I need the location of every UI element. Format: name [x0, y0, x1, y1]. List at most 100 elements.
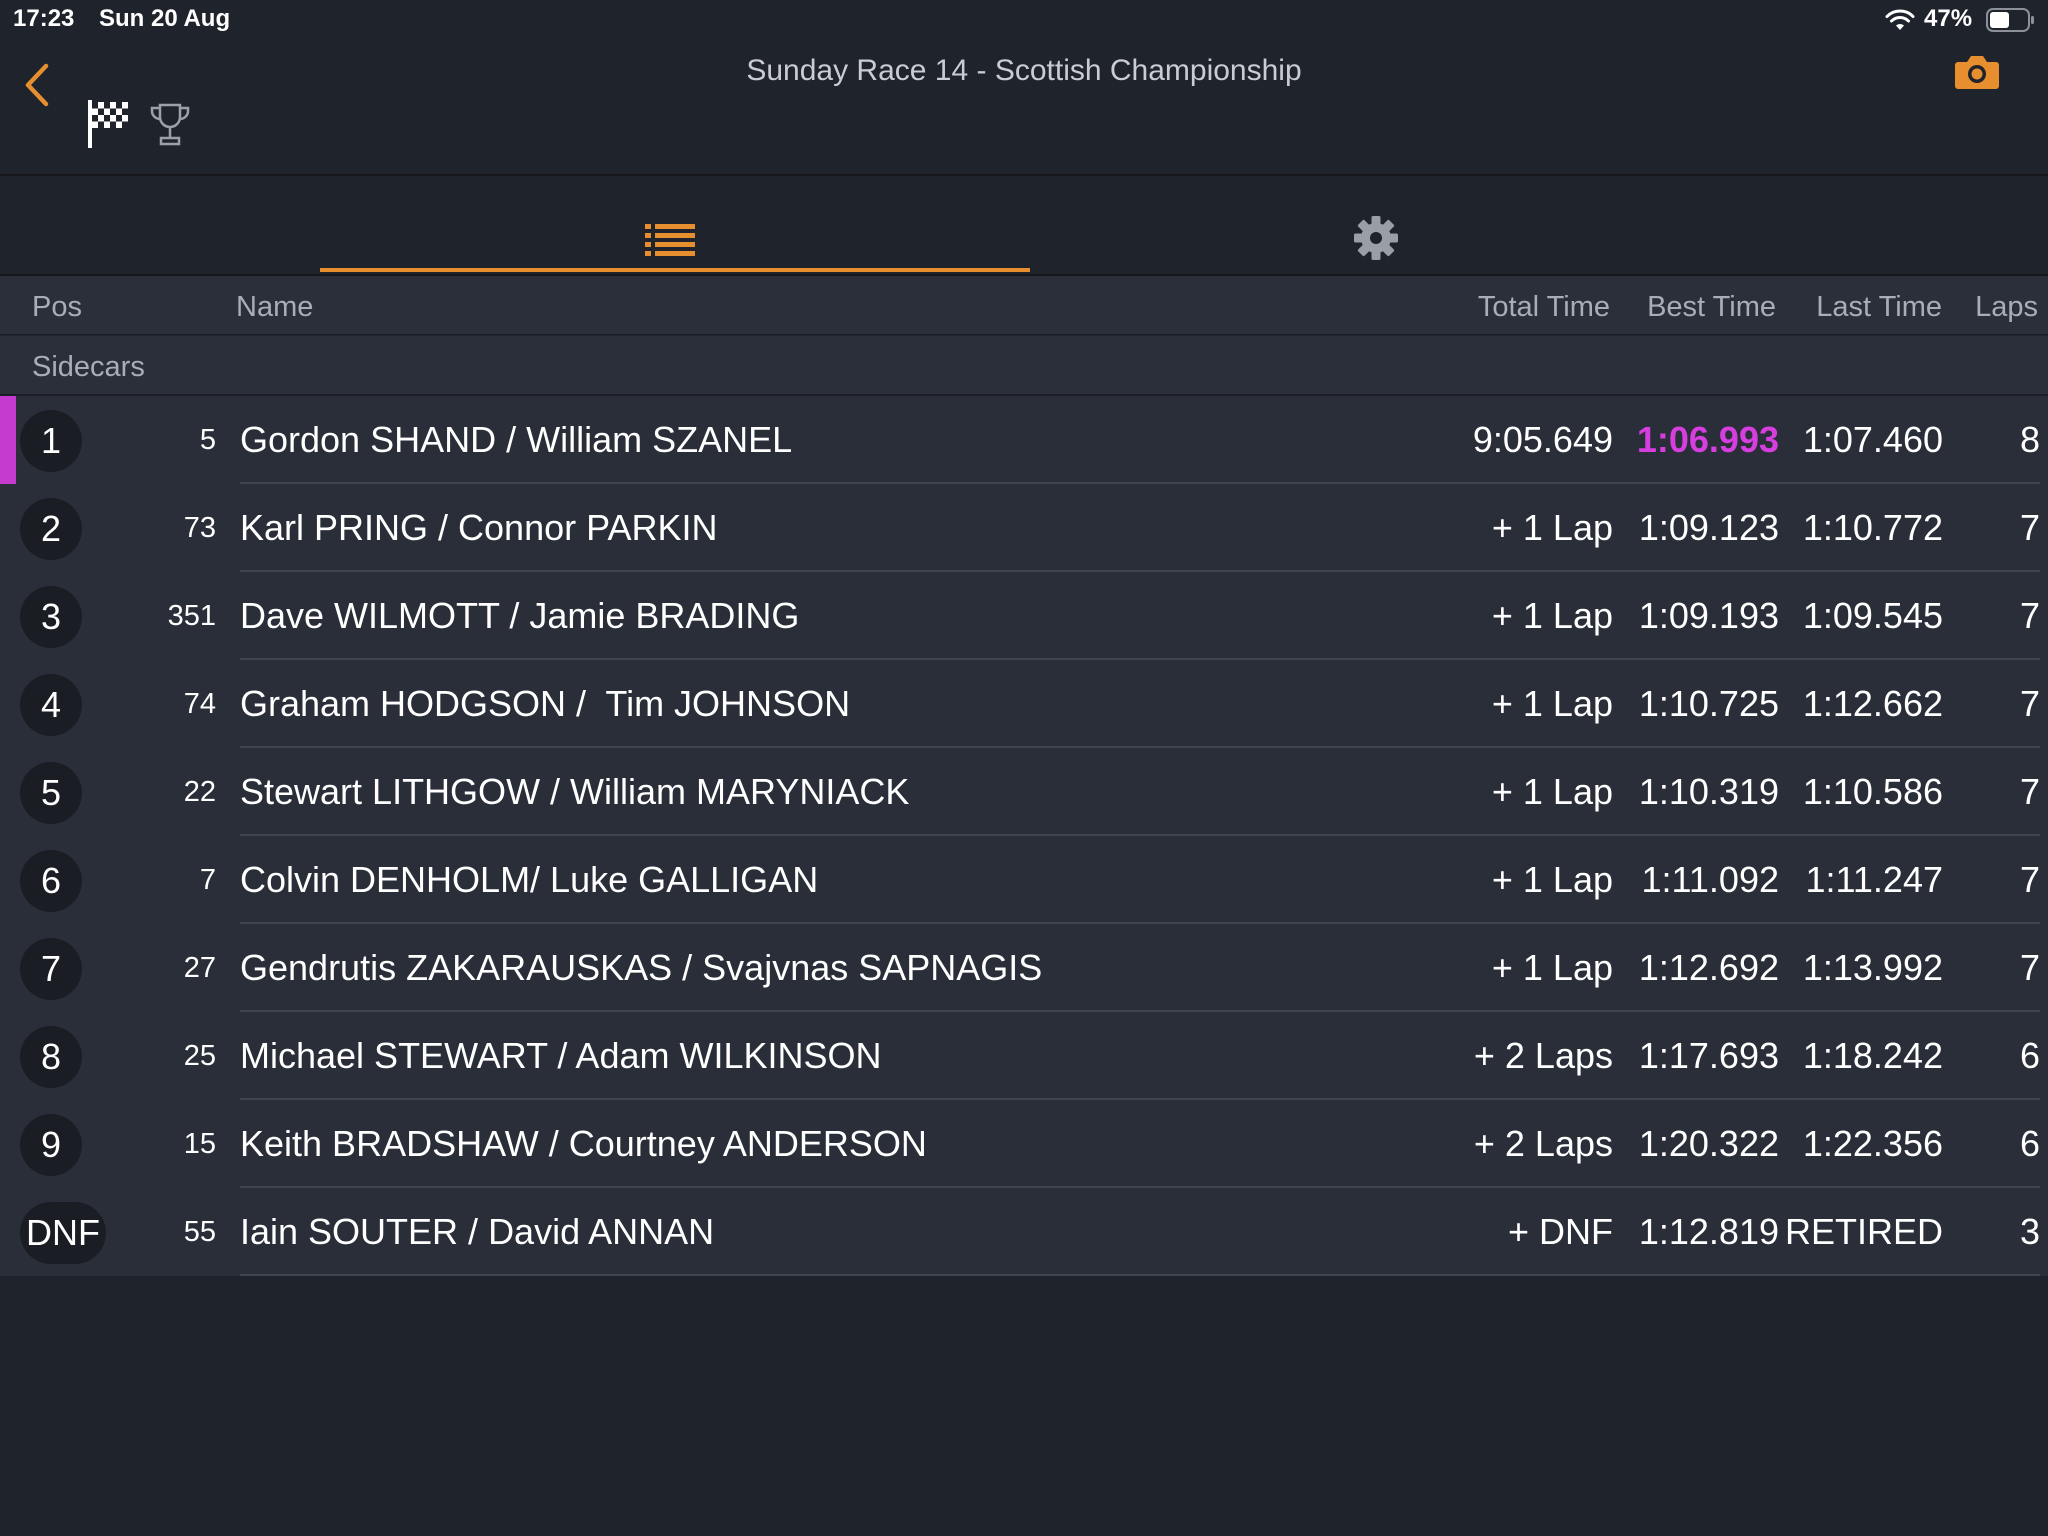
last-time: 1:10.772 — [1802, 507, 1943, 548]
race-number: 27 — [183, 952, 216, 984]
status-bar: 17:23 Sun 20 Aug 47% — [0, 0, 2048, 40]
best-time: 1:12.819 — [1638, 1211, 1779, 1252]
driver-names: Graham HODGSON / Tim JOHNSON — [240, 683, 851, 724]
results-list: 1 5 Gordon SHAND / William SZANEL 9:05.6… — [0, 396, 2048, 1276]
result-row[interactable]: DNF 55 Iain SOUTER / David ANNAN + DNF 1… — [0, 1188, 2048, 1276]
result-row[interactable]: 3 351 Dave WILMOTT / Jamie BRADING + 1 L… — [0, 572, 2048, 660]
total-time: + 1 Lap — [1491, 947, 1613, 988]
checkered-flag-icon[interactable] — [86, 98, 132, 150]
race-number: 74 — [183, 688, 216, 720]
position-text: DNF — [26, 1212, 100, 1253]
result-row[interactable]: 5 22 Stewart LITHGOW / William MARYNIACK… — [0, 748, 2048, 836]
trophy-icon[interactable] — [148, 102, 192, 148]
position-badge: 6 — [20, 850, 82, 912]
best-time: 1:09.193 — [1638, 595, 1779, 636]
driver-names: Dave WILMOTT / Jamie BRADING — [240, 595, 800, 636]
position-text: 7 — [40, 948, 62, 989]
battery-percent: 47% — [1924, 5, 1973, 32]
race-number: 5 — [199, 424, 216, 456]
best-time: 1:12.692 — [1638, 947, 1779, 988]
gear-icon[interactable] — [1352, 214, 1400, 262]
race-number: 55 — [183, 1216, 216, 1248]
race-number: 15 — [183, 1128, 216, 1160]
laps: 6 — [2019, 1123, 2040, 1164]
position-badge: 3 — [20, 586, 82, 648]
best-time: 1:10.725 — [1638, 683, 1779, 724]
tab-bar — [0, 176, 2048, 276]
laps: 7 — [2019, 683, 2040, 724]
last-time: 1:07.460 — [1802, 419, 1943, 460]
position-badge: 1 — [20, 410, 82, 472]
total-time: + 1 Lap — [1491, 595, 1613, 636]
position-badge: DNF — [20, 1202, 106, 1264]
position-text: 8 — [40, 1036, 62, 1077]
column-header-row: Pos Name Total Time Best Time Last Time … — [0, 276, 2048, 335]
race-number: 22 — [183, 776, 216, 808]
laps: 6 — [2019, 1035, 2040, 1076]
result-row[interactable]: 7 27 Gendrutis ZAKARAUSKAS / Svajvnas SA… — [0, 924, 2048, 1012]
total-time: + 2 Laps — [1473, 1035, 1613, 1076]
race-number: 73 — [183, 512, 216, 544]
laps: 7 — [2019, 859, 2040, 900]
tab-results-list[interactable] — [320, 176, 1030, 274]
driver-names: Gendrutis ZAKARAUSKAS / Svajvnas SAPNAGI… — [240, 947, 1043, 988]
last-time: RETIRED — [1784, 1211, 1943, 1252]
position-badge: 9 — [20, 1114, 82, 1176]
active-tab-indicator — [320, 268, 1030, 272]
best-time: 1:10.319 — [1638, 771, 1779, 812]
position-badge: 4 — [20, 674, 82, 736]
driver-names: Stewart LITHGOW / William MARYNIACK — [240, 771, 910, 812]
laps: 7 — [2019, 595, 2040, 636]
laps: 8 — [2019, 419, 2040, 460]
position-badge: 8 — [20, 1026, 82, 1088]
last-time: 1:18.242 — [1802, 1035, 1943, 1076]
position-text: 1 — [40, 420, 62, 461]
result-row[interactable]: 1 5 Gordon SHAND / William SZANEL 9:05.6… — [0, 396, 2048, 484]
position-badge: 2 — [20, 498, 82, 560]
total-time: 9:05.649 — [1472, 419, 1613, 460]
column-laps[interactable]: Laps — [1975, 291, 2038, 324]
class-section-label: Sidecars — [32, 351, 145, 383]
driver-names: Iain SOUTER / David ANNAN — [240, 1211, 715, 1252]
last-time: 1:11.247 — [1805, 859, 1943, 900]
result-row[interactable]: 8 25 Michael STEWART / Adam WILKINSON + … — [0, 1012, 2048, 1100]
position-badge: 5 — [20, 762, 82, 824]
result-row[interactable]: 6 7 Colvin DENHOLM/ Luke GALLIGAN + 1 La… — [0, 836, 2048, 924]
battery-icon — [1986, 8, 2034, 32]
column-last-time[interactable]: Last Time — [1816, 291, 1942, 324]
position-text: 9 — [40, 1124, 62, 1165]
best-time-fastest: 1:06.993 — [1636, 419, 1779, 460]
navigation-header: Sunday Race 14 - Scottish Championship — [0, 40, 2048, 176]
leader-marker — [0, 396, 16, 484]
best-time: 1:09.123 — [1638, 507, 1779, 548]
driver-names: Colvin DENHOLM/ Luke GALLIGAN — [240, 859, 819, 900]
total-time: + 2 Laps — [1473, 1123, 1613, 1164]
total-time: + 1 Lap — [1491, 859, 1613, 900]
result-row[interactable]: 4 74 Graham HODGSON / Tim JOHNSON + 1 La… — [0, 660, 2048, 748]
total-time: + 1 Lap — [1491, 771, 1613, 812]
total-time: + DNF — [1507, 1211, 1613, 1252]
row-divider — [240, 1274, 2040, 1276]
status-date: Sun 20 Aug — [99, 5, 231, 32]
race-number: 25 — [183, 1040, 216, 1072]
column-total-time[interactable]: Total Time — [1478, 291, 1610, 324]
laps: 7 — [2019, 947, 2040, 988]
laps: 7 — [2019, 507, 2040, 548]
result-row[interactable]: 9 15 Keith BRADSHAW / Courtney ANDERSON … — [0, 1100, 2048, 1188]
result-row[interactable]: 2 73 Karl PRING / Connor PARKIN + 1 Lap … — [0, 484, 2048, 572]
driver-names: Gordon SHAND / William SZANEL — [240, 419, 793, 460]
total-time: + 1 Lap — [1491, 683, 1613, 724]
position-text: 3 — [40, 596, 62, 637]
status-time: 17:23 — [13, 5, 75, 32]
position-text: 5 — [40, 772, 62, 813]
class-section-header: Sidecars — [0, 336, 2048, 396]
position-text: 6 — [40, 860, 62, 901]
camera-icon[interactable] — [1954, 52, 2000, 92]
column-pos[interactable]: Pos — [32, 291, 82, 324]
race-number: 351 — [167, 600, 216, 632]
column-best-time[interactable]: Best Time — [1647, 291, 1776, 324]
laps: 7 — [2019, 771, 2040, 812]
last-time: 1:12.662 — [1802, 683, 1943, 724]
best-time: 1:20.322 — [1638, 1123, 1779, 1164]
column-name[interactable]: Name — [236, 291, 313, 324]
